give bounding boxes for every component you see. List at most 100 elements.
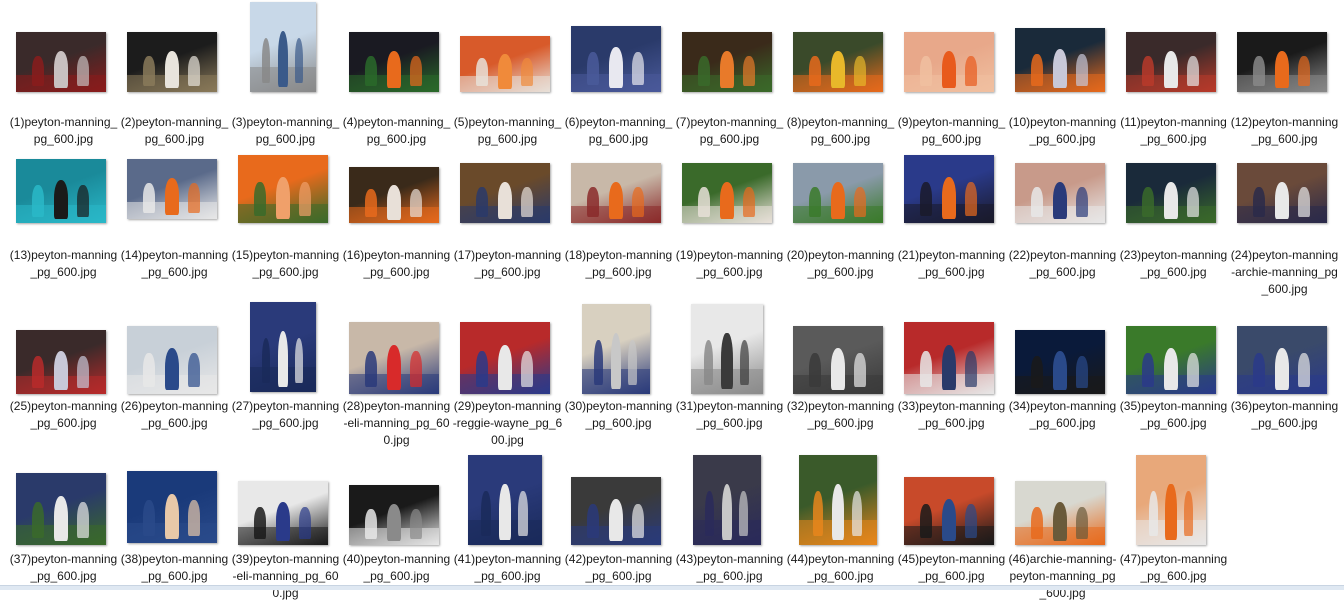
file-thumbnail[interactable] [799, 455, 877, 545]
file-thumbnail[interactable] [1237, 326, 1327, 394]
file-item[interactable]: (2)peyton-manning_pg_600.jpg [119, 18, 230, 146]
file-thumbnail[interactable] [238, 481, 328, 545]
file-thumbnail[interactable] [682, 163, 772, 223]
file-item[interactable]: (22)peyton-manning_pg_600.jpg [1007, 151, 1118, 279]
file-item[interactable]: (44)peyton-manning_pg_600.jpg [785, 455, 896, 583]
file-thumbnail[interactable] [1126, 32, 1216, 92]
file-item[interactable]: (35)peyton-manning_pg_600.jpg [1118, 302, 1229, 430]
file-item[interactable]: (18)peyton-manning_pg_600.jpg [563, 151, 674, 279]
file-thumbnail[interactable] [460, 322, 550, 394]
file-thumbnail[interactable] [571, 26, 661, 92]
file-thumbnail[interactable] [16, 159, 106, 223]
file-item[interactable]: (27)peyton-manning_pg_600.jpg [230, 302, 341, 430]
file-thumbnail[interactable] [1136, 455, 1206, 545]
file-thumbnail[interactable] [349, 485, 439, 545]
file-thumbnail[interactable] [571, 163, 661, 223]
file-thumbnail[interactable] [16, 473, 106, 545]
file-thumbnail[interactable] [582, 304, 650, 394]
file-thumbnail[interactable] [571, 477, 661, 545]
file-item[interactable]: (6)peyton-manning_pg_600.jpg [563, 18, 674, 146]
file-thumbnail[interactable] [349, 32, 439, 92]
file-thumbnail[interactable] [904, 477, 994, 545]
file-item[interactable]: (32)peyton-manning_pg_600.jpg [785, 302, 896, 430]
file-thumbnail[interactable] [16, 32, 106, 92]
file-name-label: (4)peyton-manning_pg_600.jpg [342, 115, 451, 146]
file-thumbnail[interactable] [127, 32, 217, 92]
file-thumbnail[interactable] [693, 455, 761, 545]
file-item[interactable]: (46)archie-manning-peyton-manning_pg_600… [1007, 455, 1118, 600]
file-item[interactable]: (15)peyton-manning_pg_600.jpg [230, 151, 341, 279]
file-name-label: (27)peyton-manning_pg_600.jpg [231, 399, 340, 430]
file-thumbnail[interactable] [793, 163, 883, 223]
file-thumbnail[interactable] [1126, 163, 1216, 223]
file-item[interactable]: (26)peyton-manning_pg_600.jpg [119, 302, 230, 430]
file-item[interactable]: (41)peyton-manning_pg_600.jpg [452, 455, 563, 583]
file-item[interactable]: (5)peyton-manning_pg_600.jpg [452, 18, 563, 146]
file-item[interactable]: (25)peyton-manning_pg_600.jpg [8, 302, 119, 430]
file-thumbnail[interactable] [1015, 163, 1105, 223]
file-item[interactable]: (43)peyton-manning_pg_600.jpg [674, 455, 785, 583]
file-item[interactable]: (47)peyton-manning_pg_600.jpg [1118, 455, 1229, 583]
file-thumbnail[interactable] [1015, 330, 1105, 394]
file-item[interactable]: (37)peyton-manning_pg_600.jpg [8, 455, 119, 583]
file-thumbnail[interactable] [1237, 163, 1327, 223]
file-thumbnail[interactable] [468, 455, 542, 545]
file-thumbnail[interactable] [904, 32, 994, 92]
file-thumbnail[interactable] [1126, 326, 1216, 394]
file-thumbnail[interactable] [1015, 28, 1105, 92]
file-name-label: (12)peyton-manning_pg_600.jpg [1230, 115, 1339, 146]
file-thumbnail[interactable] [349, 167, 439, 223]
file-item[interactable]: (38)peyton-manning_pg_600.jpg [119, 455, 230, 583]
file-thumbnail[interactable] [238, 155, 328, 223]
file-item[interactable]: (42)peyton-manning_pg_600.jpg [563, 455, 674, 583]
file-item[interactable]: (7)peyton-manning_pg_600.jpg [674, 18, 785, 146]
file-thumbnail[interactable] [793, 32, 883, 92]
file-thumbnail[interactable] [904, 322, 994, 394]
file-item[interactable]: (24)peyton-manning-archie-manning_pg_600… [1229, 151, 1340, 296]
file-item[interactable]: (23)peyton-manning_pg_600.jpg [1118, 151, 1229, 279]
file-thumbnail[interactable] [793, 326, 883, 394]
file-thumbnail[interactable] [250, 302, 316, 392]
file-thumbnail[interactable] [1015, 481, 1105, 545]
file-thumbnail[interactable] [904, 155, 994, 223]
file-thumbnail[interactable] [127, 159, 217, 219]
file-name-label: (41)peyton-manning_pg_600.jpg [453, 552, 562, 583]
file-item[interactable]: (3)peyton-manning_pg_600.jpg [230, 2, 341, 146]
file-item[interactable]: (16)peyton-manning_pg_600.jpg [341, 151, 452, 279]
file-item[interactable]: (29)peyton-manning-reggie-wayne_pg_600.j… [452, 302, 563, 447]
file-item[interactable]: (28)peyton-manning-eli-manning_pg_600.jp… [341, 302, 452, 447]
file-name-label: (31)peyton-manning_pg_600.jpg [675, 399, 784, 430]
file-item[interactable]: (14)peyton-manning_pg_600.jpg [119, 151, 230, 279]
file-item[interactable]: (1)peyton-manning_pg_600.jpg [8, 18, 119, 146]
file-item[interactable]: (33)peyton-manning_pg_600.jpg [896, 302, 1007, 430]
file-item[interactable]: (10)peyton-manning_pg_600.jpg [1007, 18, 1118, 146]
file-thumbnail[interactable] [349, 322, 439, 394]
file-item[interactable]: (19)peyton-manning_pg_600.jpg [674, 151, 785, 279]
file-item[interactable]: (21)peyton-manning_pg_600.jpg [896, 151, 1007, 279]
file-item[interactable]: (40)peyton-manning_pg_600.jpg [341, 455, 452, 583]
file-thumbnail[interactable] [16, 330, 106, 394]
file-thumbnail[interactable] [1237, 32, 1327, 92]
horizontal-scrollbar[interactable] [0, 585, 1344, 590]
file-thumbnail[interactable] [127, 471, 217, 543]
file-item[interactable]: (13)peyton-manning_pg_600.jpg [8, 151, 119, 279]
file-thumbnail[interactable] [682, 32, 772, 92]
file-item[interactable]: (39)peyton-manning-eli-manning_pg_600.jp… [230, 455, 341, 600]
file-item[interactable]: (36)peyton-manning_pg_600.jpg [1229, 302, 1340, 430]
file-item[interactable]: (8)peyton-manning_pg_600.jpg [785, 18, 896, 146]
file-item[interactable]: (45)peyton-manning_pg_600.jpg [896, 455, 1007, 583]
file-item[interactable]: (4)peyton-manning_pg_600.jpg [341, 18, 452, 146]
file-item[interactable]: (17)peyton-manning_pg_600.jpg [452, 151, 563, 279]
file-thumbnail[interactable] [460, 36, 550, 92]
file-item[interactable]: (11)peyton-manning_pg_600.jpg [1118, 18, 1229, 146]
file-item[interactable]: (31)peyton-manning_pg_600.jpg [674, 302, 785, 430]
file-thumbnail[interactable] [460, 163, 550, 223]
file-item[interactable]: (20)peyton-manning_pg_600.jpg [785, 151, 896, 279]
file-item[interactable]: (9)peyton-manning_pg_600.jpg [896, 18, 1007, 146]
file-thumbnail[interactable] [250, 2, 316, 92]
file-item[interactable]: (34)peyton-manning_pg_600.jpg [1007, 302, 1118, 430]
file-thumbnail[interactable] [691, 304, 763, 394]
file-item[interactable]: (12)peyton-manning_pg_600.jpg [1229, 18, 1340, 146]
file-thumbnail[interactable] [127, 326, 217, 394]
file-item[interactable]: (30)peyton-manning_pg_600.jpg [563, 302, 674, 430]
